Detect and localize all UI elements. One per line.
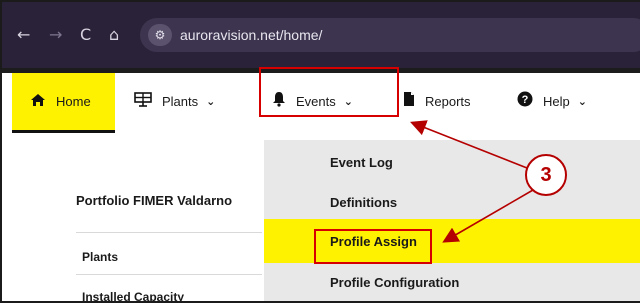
- events-highlight-box: [259, 67, 399, 117]
- arrow-right-icon[interactable]: →: [49, 27, 62, 43]
- solar-panel-icon: [134, 91, 152, 111]
- menu-item-event-log[interactable]: Event Log: [264, 140, 640, 184]
- home-icon[interactable]: ⌂: [109, 27, 119, 43]
- nav-home[interactable]: Home: [12, 73, 115, 133]
- menu-item-definitions[interactable]: Definitions: [264, 180, 640, 224]
- address-bar[interactable]: ⚙ auroravision.net/home/: [140, 18, 640, 52]
- row-label-plants: Plants: [82, 250, 119, 264]
- nav-reports-label: Reports: [425, 93, 471, 109]
- nav-help-label: Help: [543, 93, 570, 109]
- nav-home-label: Home: [56, 94, 91, 109]
- svg-text:?: ?: [522, 94, 529, 106]
- arrow-left-icon[interactable]: ←: [17, 27, 30, 43]
- menu-item-profile-configuration[interactable]: Profile Configuration: [264, 260, 640, 303]
- profile-assign-highlight-box: [314, 229, 432, 264]
- chevron-down-icon: ⌄: [206, 94, 216, 108]
- browser-toolbar: ← → C ⌂ ⚙ auroravision.net/home/: [0, 0, 640, 68]
- step-number-badge: 3: [525, 154, 567, 196]
- document-icon: [403, 91, 415, 111]
- home-icon: [30, 93, 46, 111]
- chevron-down-icon: ⌄: [577, 94, 587, 108]
- url-text[interactable]: auroravision.net/home/: [180, 27, 322, 43]
- nav-help[interactable]: ? Help ⌄: [517, 73, 587, 129]
- portfolio-title: Portfolio FIMER Valdarno: [76, 193, 233, 208]
- divider: [76, 274, 262, 275]
- site-settings-icon[interactable]: ⚙: [148, 24, 172, 46]
- row-label-installed-capacity: Installed Capacity: [82, 290, 185, 303]
- reload-icon[interactable]: C: [80, 27, 91, 43]
- nav-reports[interactable]: Reports: [403, 73, 471, 129]
- nav-plants-label: Plants: [162, 93, 199, 109]
- divider: [76, 232, 262, 233]
- events-dropdown-menu: Event Log Definitions Profile Assign Pro…: [264, 140, 640, 303]
- question-circle-icon: ?: [517, 91, 533, 111]
- nav-plants[interactable]: Plants ⌄: [134, 73, 215, 129]
